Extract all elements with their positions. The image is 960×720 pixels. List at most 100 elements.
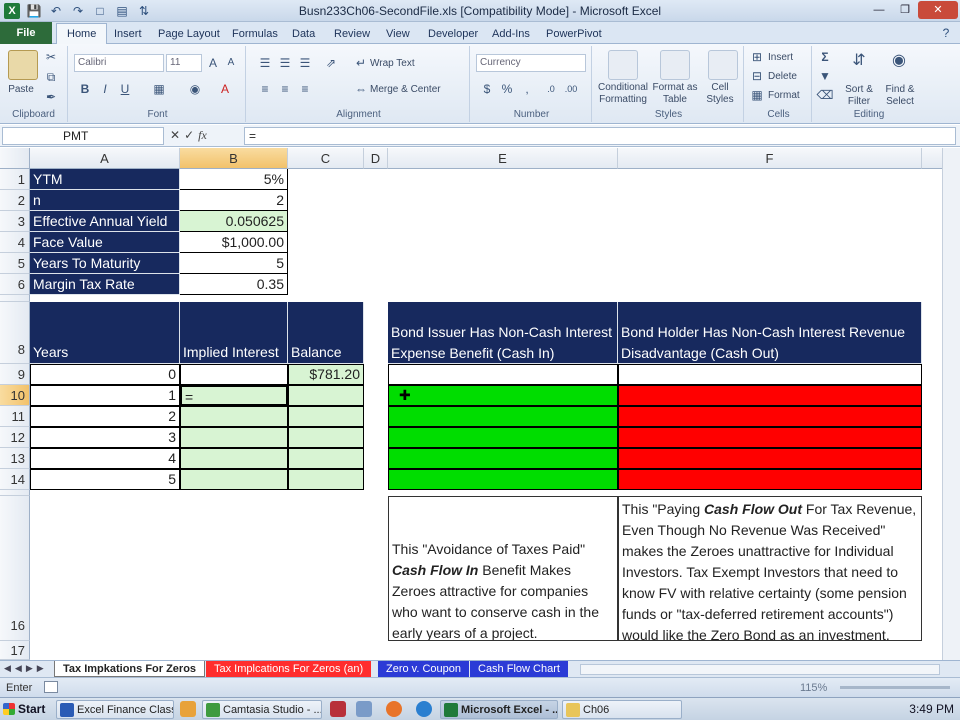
- clear-icon[interactable]: ⌫: [816, 86, 834, 104]
- column-header-b[interactable]: B: [180, 148, 288, 169]
- tab-view[interactable]: View: [376, 24, 420, 44]
- active-cell[interactable]: =: [180, 385, 288, 406]
- row-header[interactable]: 16: [0, 496, 30, 641]
- internet-explorer-icon[interactable]: [416, 701, 432, 717]
- zoom-slider[interactable]: [840, 686, 950, 689]
- tab-file[interactable]: File: [0, 22, 52, 44]
- paste-icon[interactable]: [8, 50, 38, 80]
- merge-center-button[interactable]: Merge & Center: [370, 84, 441, 96]
- binoculars-icon[interactable]: ◉: [890, 52, 908, 70]
- formula-input[interactable]: =: [244, 127, 956, 145]
- holder-cash-cell[interactable]: [618, 427, 922, 448]
- balance-cell[interactable]: [288, 448, 364, 469]
- tab-developer[interactable]: Developer: [418, 24, 488, 44]
- input-value[interactable]: 0.050625: [180, 211, 288, 232]
- holder-cash-cell[interactable]: [618, 406, 922, 427]
- cell-styles-icon[interactable]: [708, 50, 738, 80]
- wrap-text-icon[interactable]: ↵: [352, 54, 370, 72]
- year-cell[interactable]: 1: [30, 385, 180, 406]
- row-header[interactable]: 10: [0, 385, 30, 406]
- row-header[interactable]: 6: [0, 274, 30, 295]
- input-label[interactable]: n: [30, 190, 180, 211]
- row-header[interactable]: 9: [0, 364, 30, 385]
- minimize-icon[interactable]: —: [866, 1, 892, 19]
- restore-icon[interactable]: ❐: [892, 1, 918, 19]
- tab-formulas[interactable]: Formulas: [222, 24, 288, 44]
- taskbar-excel-finance-class[interactable]: Excel Finance Class...: [56, 700, 174, 719]
- tab-insert[interactable]: Insert: [104, 24, 152, 44]
- input-value[interactable]: $1,000.00: [180, 232, 288, 253]
- select-all-corner[interactable]: [0, 148, 30, 169]
- close-icon[interactable]: ✕: [918, 1, 958, 19]
- name-box[interactable]: PMT: [2, 127, 164, 145]
- percent-icon[interactable]: %: [498, 80, 516, 98]
- number-format-box[interactable]: Currency: [476, 54, 586, 72]
- italic-icon[interactable]: I: [96, 80, 114, 98]
- column-header-e[interactable]: E: [388, 148, 618, 169]
- align-top-icon[interactable]: ☰: [256, 54, 274, 72]
- insert-cells-icon[interactable]: ⊞: [748, 48, 766, 66]
- balance-cell[interactable]: [288, 406, 364, 427]
- copy-icon[interactable]: ⧉: [42, 68, 60, 86]
- orientation-icon[interactable]: ⇗: [322, 54, 340, 72]
- column-header-f[interactable]: F: [618, 148, 922, 169]
- row-header[interactable]: 17: [0, 641, 30, 660]
- header-issuer-benefit[interactable]: Bond Issuer Has Non-Cash Interest Expens…: [388, 302, 618, 364]
- balance-cell[interactable]: [288, 385, 364, 406]
- implied-interest-cell[interactable]: [180, 448, 288, 469]
- holder-cash-cell[interactable]: [618, 448, 922, 469]
- implied-interest-cell[interactable]: [180, 469, 288, 490]
- cancel-entry-icon[interactable]: ✕: [170, 128, 180, 143]
- input-value[interactable]: 2: [180, 190, 288, 211]
- row-header[interactable]: 13: [0, 448, 30, 469]
- confirm-entry-icon[interactable]: ✓: [184, 128, 194, 143]
- delete-cells-button[interactable]: Delete: [768, 71, 797, 83]
- input-value[interactable]: 0.35: [180, 274, 288, 295]
- implied-interest-cell[interactable]: [180, 427, 288, 448]
- vertical-scrollbar[interactable]: [942, 148, 960, 660]
- input-label[interactable]: Years To Maturity: [30, 253, 180, 274]
- row-header[interactable]: 12: [0, 427, 30, 448]
- year-cell[interactable]: 5: [30, 469, 180, 490]
- help-icon[interactable]: ?: [938, 25, 954, 41]
- column-header-d[interactable]: D: [364, 148, 388, 169]
- column-header-a[interactable]: A: [30, 148, 180, 169]
- format-as-table-icon[interactable]: [660, 50, 690, 80]
- paste-button[interactable]: Paste: [4, 84, 38, 96]
- sheet-tab-tax-implications-an[interactable]: Tax Implcations For Zeros (an): [206, 661, 372, 677]
- sheet-tab-tax-implications[interactable]: Tax Impkations For Zeros: [54, 661, 206, 677]
- year-cell[interactable]: 3: [30, 427, 180, 448]
- find-select-button[interactable]: Find & Select: [880, 84, 920, 108]
- insert-function-icon[interactable]: fx: [198, 128, 207, 143]
- cut-icon[interactable]: ✂: [42, 48, 60, 66]
- format-as-table-button[interactable]: Format as Table: [652, 82, 698, 106]
- fill-icon[interactable]: ▼: [816, 67, 834, 85]
- header-holder-disadvantage[interactable]: Bond Holder Has Non-Cash Interest Revenu…: [618, 302, 922, 364]
- issuer-cash-cell[interactable]: [388, 448, 618, 469]
- header-years[interactable]: Years: [30, 302, 180, 364]
- currency-icon[interactable]: $: [478, 80, 496, 98]
- tab-powerpivot[interactable]: PowerPivot: [536, 24, 612, 44]
- balance-cell[interactable]: [288, 469, 364, 490]
- taskbar-microsoft-excel[interactable]: Microsoft Excel - ...: [440, 700, 558, 719]
- clock[interactable]: 3:49 PM: [909, 702, 954, 716]
- sheet-tab-cash-flow-chart[interactable]: Cash Flow Chart: [470, 661, 568, 677]
- tab-review[interactable]: Review: [324, 24, 380, 44]
- tab-data[interactable]: Data: [282, 24, 325, 44]
- office-icon[interactable]: [180, 701, 196, 717]
- fill-color-icon[interactable]: ◉: [186, 80, 204, 98]
- row-header[interactable]: 2: [0, 190, 30, 211]
- wrap-text-button[interactable]: Wrap Text: [370, 58, 415, 70]
- input-label[interactable]: Effective Annual Yield: [30, 211, 180, 232]
- header-balance[interactable]: Balance: [288, 302, 364, 364]
- input-value[interactable]: 5: [180, 253, 288, 274]
- insert-cells-button[interactable]: Insert: [768, 52, 793, 64]
- row-header[interactable]: 5: [0, 253, 30, 274]
- format-painter-icon[interactable]: ✒: [42, 88, 60, 106]
- row-header[interactable]: 3: [0, 211, 30, 232]
- comma-icon[interactable]: ,: [518, 80, 536, 98]
- worksheet-grid[interactable]: A B C D E F 1 2 3 4 5 6 8 9 10 11 12 13 …: [0, 148, 960, 660]
- app-icon[interactable]: [356, 701, 372, 717]
- sort-filter-button[interactable]: Sort & Filter: [842, 84, 876, 108]
- increase-decimal-icon[interactable]: .0: [542, 80, 560, 98]
